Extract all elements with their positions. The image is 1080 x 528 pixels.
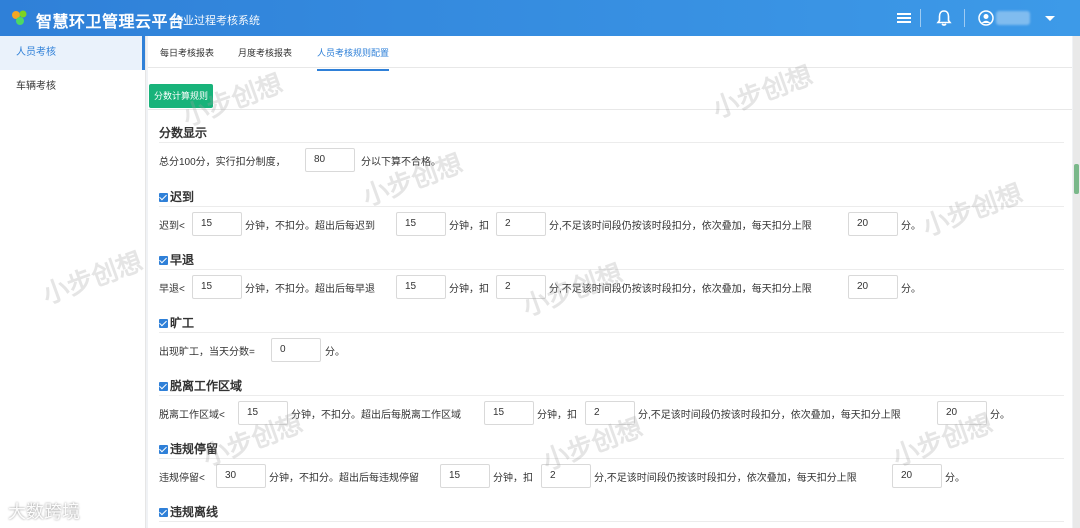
- app-subtitle: 作业过程考核系统: [172, 15, 260, 27]
- late-grace-input[interactable]: 15: [192, 212, 242, 236]
- section-title-early[interactable]: 早退: [159, 251, 194, 268]
- checkbox-checked-icon[interactable]: [159, 319, 168, 329]
- tab-bar: 每日考核报表 月度考核报表 人员考核规则配置: [148, 36, 1072, 71]
- leave-area-text-3: 分钟，扣: [537, 410, 577, 421]
- leave-area-grace-input[interactable]: 15: [238, 401, 288, 425]
- illegal-stop-text-2: 分钟，不扣分。超出后每违规停留: [269, 473, 419, 484]
- section-divider: [159, 142, 1064, 143]
- late-text-2: 分钟，不扣分。超出后每迟到: [245, 221, 375, 232]
- section-divider: [159, 521, 1064, 522]
- section-title-leave-area[interactable]: 脱离工作区域: [159, 377, 242, 394]
- checkbox-checked-icon[interactable]: [159, 256, 168, 266]
- checkbox-checked-icon[interactable]: [159, 382, 168, 392]
- leave-area-max-input[interactable]: 20: [937, 401, 987, 425]
- main-panel: 每日考核报表 月度考核报表 人员考核规则配置 分数计算规则 分数显示 总分100…: [148, 36, 1072, 528]
- section-divider: [159, 395, 1064, 396]
- early-max-input[interactable]: 20: [848, 275, 898, 299]
- tab-monthly-report[interactable]: 月度考核报表: [238, 46, 292, 69]
- late-text-3: 分钟，扣: [449, 221, 489, 232]
- scrollbar-thumb[interactable]: [1074, 164, 1079, 194]
- leave-area-text-5: 分。: [990, 410, 1010, 421]
- sidebar-item-vehicle-assessment[interactable]: 车辆考核: [0, 70, 145, 104]
- tab-daily-report[interactable]: 每日考核报表: [160, 46, 214, 69]
- absent-text-2: 分。: [325, 347, 345, 358]
- section-title-offline[interactable]: 违规离线: [159, 503, 218, 520]
- early-deduct-input[interactable]: 2: [496, 275, 546, 299]
- section-divider: [159, 458, 1064, 459]
- app-logo-icon: [12, 10, 27, 25]
- section-title-late[interactable]: 迟到: [159, 188, 194, 205]
- section-divider: [159, 269, 1064, 270]
- sidebar: 人员考核 车辆考核: [0, 36, 146, 528]
- early-text-2: 分钟，不扣分。超出后每早退: [245, 284, 375, 295]
- absent-text-1: 出现旷工，当天分数=: [159, 347, 255, 358]
- pass-score-input[interactable]: 80: [305, 148, 355, 172]
- illegal-stop-max-input[interactable]: 20: [892, 464, 942, 488]
- section-title-illegal-stop[interactable]: 违规停留: [159, 440, 218, 457]
- absent-score-input[interactable]: 0: [271, 338, 321, 362]
- tab-rules-config[interactable]: 人员考核规则配置: [317, 46, 390, 71]
- checkbox-checked-icon[interactable]: [159, 193, 168, 203]
- chevron-down-icon[interactable]: [1040, 8, 1060, 28]
- page-scrollbar[interactable]: [1073, 36, 1080, 528]
- late-max-input[interactable]: 20: [848, 212, 898, 236]
- illegal-stop-grace-input[interactable]: 30: [216, 464, 266, 488]
- illegal-stop-text-4: 分,不足该时间段仍按该时段扣分，依次叠加，每天扣分上限: [594, 473, 857, 484]
- early-text-4: 分,不足该时间段仍按该时段扣分，依次叠加，每天扣分上限: [549, 284, 812, 295]
- checkbox-checked-icon[interactable]: [159, 508, 168, 518]
- score-rules-button[interactable]: 分数计算规则: [149, 84, 213, 108]
- early-text-3: 分钟，扣: [449, 284, 489, 295]
- late-deduct-input[interactable]: 2: [496, 212, 546, 236]
- leave-area-text-4: 分,不足该时间段仍按该时段扣分，依次叠加，每天扣分上限: [638, 410, 901, 421]
- early-text-1: 早退<: [159, 284, 185, 295]
- header-divider: [964, 9, 965, 27]
- illegal-stop-text-3: 分钟，扣: [493, 473, 533, 484]
- header-divider: [920, 9, 921, 27]
- illegal-stop-deduct-input[interactable]: 2: [541, 464, 591, 488]
- illegal-stop-interval-input[interactable]: 15: [440, 464, 490, 488]
- late-text-4: 分,不足该时间段仍按该时段扣分，依次叠加，每天扣分上限: [549, 221, 812, 232]
- user-name[interactable]: [996, 11, 1030, 25]
- leave-area-interval-input[interactable]: 15: [484, 401, 534, 425]
- section-divider: [159, 332, 1064, 333]
- early-grace-input[interactable]: 15: [192, 275, 242, 299]
- late-text-1: 迟到<: [159, 221, 185, 232]
- early-interval-input[interactable]: 15: [396, 275, 446, 299]
- app-title: 智慧环卫管理云平台: [36, 14, 185, 31]
- checkbox-checked-icon[interactable]: [159, 445, 168, 455]
- top-header: 智慧环卫管理云平台 作业过程考核系统: [0, 0, 1080, 36]
- illegal-stop-text-5: 分。: [945, 473, 965, 484]
- score-text-after: 分以下算不合格。: [361, 157, 441, 168]
- late-interval-input[interactable]: 15: [396, 212, 446, 236]
- leave-area-deduct-input[interactable]: 2: [585, 401, 635, 425]
- section-divider: [159, 206, 1064, 207]
- user-avatar-icon[interactable]: [976, 8, 996, 28]
- illegal-stop-text-1: 违规停留<: [159, 473, 205, 484]
- leave-area-text-1: 脱离工作区域<: [159, 410, 225, 421]
- early-text-5: 分。: [901, 284, 921, 295]
- score-text-before: 总分100分，实行扣分制度，: [159, 157, 286, 168]
- divider: [148, 109, 1072, 110]
- sidebar-item-personnel-assessment[interactable]: 人员考核: [0, 36, 145, 70]
- section-title-absent[interactable]: 旷工: [159, 314, 194, 331]
- late-text-5: 分。: [901, 221, 921, 232]
- bell-icon[interactable]: [934, 8, 954, 28]
- leave-area-text-2: 分钟，不扣分。超出后每脱离工作区域: [291, 410, 461, 421]
- section-title-score: 分数显示: [159, 126, 208, 140]
- menu-icon[interactable]: [894, 8, 914, 28]
